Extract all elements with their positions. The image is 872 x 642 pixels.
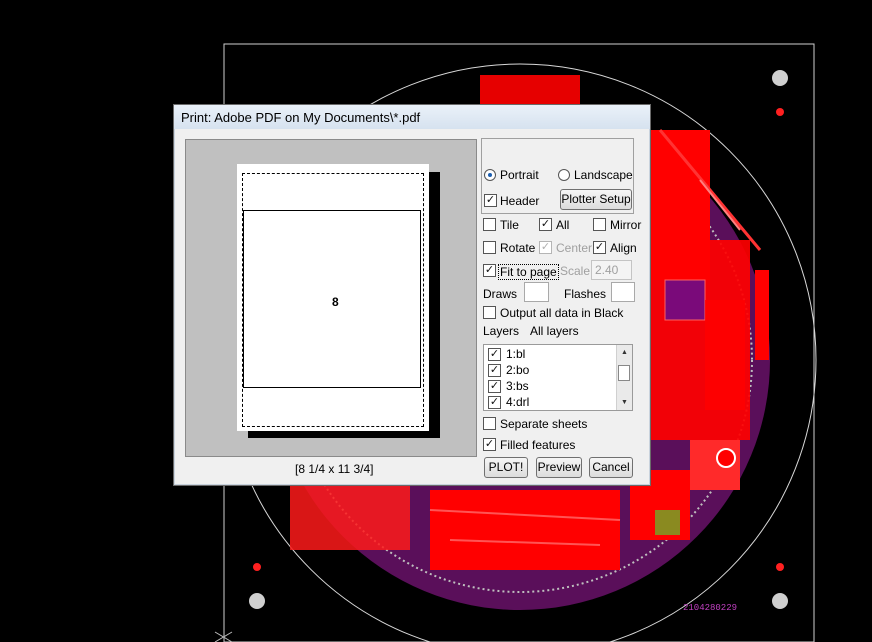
layer-checkbox[interactable]: ✓ <box>488 364 501 377</box>
portrait-radio[interactable] <box>484 169 496 181</box>
layers-label: Layers <box>483 324 520 338</box>
all-checkbox[interactable]: ✓ <box>539 218 552 231</box>
filled-features-label: Filled features <box>500 438 576 452</box>
separate-sheets-checkbox[interactable] <box>483 417 496 430</box>
landscape-label: Landscape <box>574 168 633 182</box>
draws-label: Draws <box>483 287 518 301</box>
tile-checkbox[interactable] <box>483 218 496 231</box>
landscape-radio[interactable] <box>558 169 570 181</box>
tile-label: Tile <box>500 218 519 232</box>
all-layers-label: All layers <box>530 324 579 338</box>
scroll-thumb[interactable] <box>618 365 630 381</box>
draws-input[interactable] <box>524 282 549 302</box>
print-preview: 8 <box>185 139 477 457</box>
layer-name: 1:bl <box>506 347 526 361</box>
fit-to-page-label: Fit to page <box>498 264 559 280</box>
header-checkbox[interactable]: ✓ <box>484 194 497 207</box>
flashes-input[interactable] <box>611 282 635 302</box>
fit-to-page-checkbox[interactable]: ✓ <box>483 264 496 277</box>
output-black-checkbox[interactable] <box>483 306 496 319</box>
layers-list[interactable]: ✓ 1:bl ✓ 2:bo ✓ 3:bs ✓ 4:drl ▲ ▼ <box>483 344 633 411</box>
paper-size-label: [8 1/4 x 11 3/4] <box>295 462 374 476</box>
preview-page: 8 <box>237 164 429 431</box>
filled-features-checkbox[interactable]: ✓ <box>483 438 496 451</box>
plotter-setup-button[interactable]: Plotter Setup <box>560 189 632 210</box>
pcb-copper-region <box>480 75 580 105</box>
layers-scrollbar[interactable]: ▲ ▼ <box>616 345 632 410</box>
separate-sheets-label: Separate sheets <box>500 417 588 431</box>
scale-input[interactable]: 2.40 <box>591 260 632 280</box>
layer-name: 4:drl <box>506 395 530 409</box>
scroll-down-icon[interactable]: ▼ <box>618 396 631 409</box>
plot-area: 8 <box>243 210 421 388</box>
center-label: Center <box>556 241 593 255</box>
rotate-label: Rotate <box>500 241 536 255</box>
layer-checkbox[interactable]: ✓ <box>488 380 501 393</box>
layer-name: 2:bo <box>506 363 530 377</box>
dialog-title: Print: Adobe PDF on My Documents\*.pdf <box>181 110 421 125</box>
layer-name: 3:bs <box>506 379 529 393</box>
mirror-checkbox[interactable] <box>593 218 606 231</box>
all-label: All <box>556 218 570 232</box>
scale-label: Scale <box>560 264 591 278</box>
plot-button[interactable]: PLOT! <box>484 457 528 478</box>
output-black-label: Output all data in Black <box>500 306 624 320</box>
header-label: Header <box>500 194 540 208</box>
print-dialog: Print: Adobe PDF on My Documents\*.pdf 8… <box>173 104 651 486</box>
portrait-label: Portrait <box>500 168 539 182</box>
mirror-label: Mirror <box>610 218 642 232</box>
layer-checkbox[interactable]: ✓ <box>488 396 501 409</box>
align-label: Align <box>610 241 637 255</box>
pcb-copper-region <box>430 490 620 570</box>
page-number: 8 <box>332 295 339 309</box>
flashes-label: Flashes <box>564 287 607 301</box>
cancel-button[interactable]: Cancel <box>589 457 633 478</box>
center-checkbox[interactable]: ✓ <box>539 241 552 254</box>
rotate-checkbox[interactable] <box>483 241 496 254</box>
preview-button[interactable]: Preview <box>536 457 582 478</box>
scroll-up-icon[interactable]: ▲ <box>618 346 631 359</box>
pcb-copper-region <box>290 480 410 550</box>
title-bar[interactable]: Print: Adobe PDF on My Documents\*.pdf <box>174 105 650 129</box>
pcb-label: 2104280229 <box>683 603 737 613</box>
layer-checkbox[interactable]: ✓ <box>488 348 501 361</box>
align-checkbox[interactable]: ✓ <box>593 241 606 254</box>
